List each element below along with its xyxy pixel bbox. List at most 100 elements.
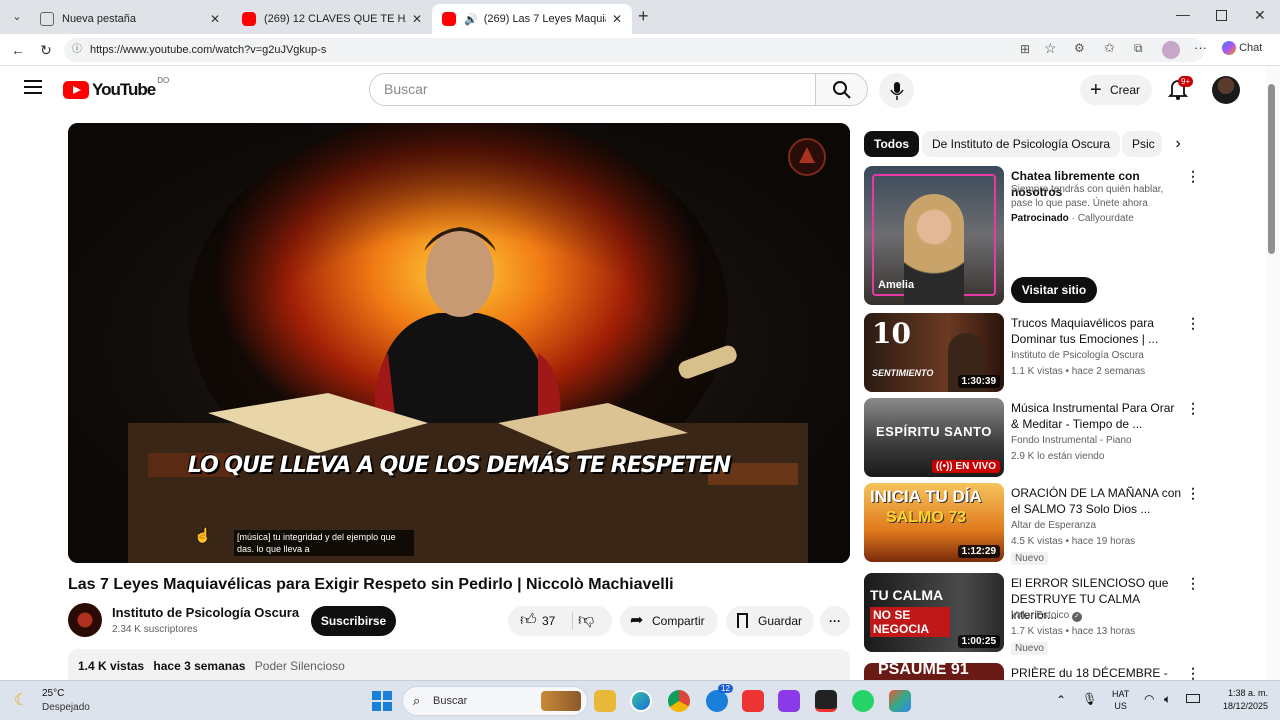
video-title[interactable]: Música Instrumental Para Orar & Meditar … [1011,400,1183,432]
reload-button[interactable]: ↻ [36,40,56,60]
sponsored-ad[interactable]: Amelia Chatea libremente con nosotros Si… [864,166,1254,306]
create-button[interactable]: + Crear [1080,75,1152,105]
minimize-button[interactable]: — [1176,6,1190,22]
recommended-video[interactable]: INICIA TU DÍA SALMO 73 1:12:29 ORACIÓN D… [864,483,1254,573]
channel-name[interactable]: Fondo Instrumental - Piano [1011,435,1132,446]
channel-name[interactable]: Instituto de Psicología Oscura [112,605,299,620]
app-icon[interactable] [889,690,911,712]
youtube-icon [442,12,456,26]
more-options-icon[interactable]: ⋮ [1186,315,1200,332]
video-title[interactable]: ORACIÓN DE LA MAÑANA con el SALMO 73 Sol… [1011,485,1183,517]
office-icon[interactable] [742,690,764,712]
video-thumbnail[interactable]: 10 SENTIMIENTO 1:30:39 [864,313,1004,392]
app-icon[interactable]: ⊞ [1020,42,1030,56]
collections-icon[interactable]: ⧉ [1134,41,1143,56]
more-options-icon[interactable]: ⋮ [1186,665,1200,680]
scrollbar-thumb[interactable] [1268,84,1275,254]
start-button[interactable] [372,691,392,711]
whatsapp-icon[interactable] [852,690,874,712]
close-tab-icon[interactable]: ✕ [412,12,422,26]
account-avatar[interactable] [1212,76,1240,104]
tab-youtube-1[interactable]: (269) 12 CLAVES QUE TE HARÁN S ✕ [232,4,432,34]
chrome-icon[interactable] [668,690,690,712]
app-icon[interactable] [815,690,837,712]
channel-name[interactable]: Valor Estoico ✓ [1011,610,1082,622]
more-options-icon[interactable]: ⋮ [1186,575,1200,592]
microphone-icon[interactable]: 🎙︎ [1082,692,1097,706]
show-hidden-icons-button[interactable]: ⌃ [1056,693,1066,707]
video-title[interactable]: PRIÈRE du 18 DÉCEMBRE - [1011,665,1183,680]
save-button[interactable]: Guardar [726,606,814,636]
voice-search-button[interactable] [879,73,914,108]
video-thumbnail[interactable]: TU CALMA NO SE NEGOCIA 1:00:25 [864,573,1004,652]
file-explorer-icon[interactable] [594,690,616,712]
chip-scroll-right-button[interactable]: › [1164,131,1192,157]
recommended-video[interactable]: PSAUME 91 PRIÈRE du 18 DÉCEMBRE - ⋮ [864,663,1254,680]
tab-youtube-active[interactable]: 🔊 (269) Las 7 Leyes Maquiavélic ✕ [432,4,632,34]
youtube-logo[interactable]: YouTube DO [63,76,169,100]
more-options-icon[interactable]: ⋮ [1186,400,1200,417]
video-thumbnail[interactable]: INICIA TU DÍA SALMO 73 1:12:29 [864,483,1004,562]
tab-label: (269) Las 7 Leyes Maquiavélic [483,13,606,25]
menu-icon[interactable] [24,80,42,94]
like-button[interactable]: 👍︎ 37 [508,606,570,636]
store-icon[interactable]: 12 [706,684,733,712]
more-actions-button[interactable]: ··· [820,606,850,636]
chip-all[interactable]: Todos [864,131,920,157]
channel-name[interactable]: Instituto de Psicología Oscura [1011,350,1144,361]
share-button[interactable]: ➦ Compartir [620,606,718,636]
duration-badge: 1:30:39 [957,375,1000,388]
more-options-icon[interactable]: ⋮ [1186,485,1200,502]
tab-list-button[interactable]: ⌄ [8,8,26,26]
site-info-icon[interactable]: ⓘ [72,38,82,62]
clock[interactable]: 1:38 a. m. 18/12/2025 [1208,687,1268,713]
close-window-button[interactable]: ✕ [1254,7,1266,24]
weather-widget[interactable]: ☾ 25°C Despejado [12,686,112,716]
hashtag-link[interactable]: Poder Silencioso [255,659,345,673]
battery-icon[interactable] [1186,694,1200,703]
recommended-video[interactable]: 10 SENTIMIENTO 1:30:39 Trucos Maquiavéli… [864,313,1254,393]
search-button[interactable] [815,73,868,106]
maximize-button[interactable] [1216,10,1227,21]
video-player[interactable]: LO QUE LLEVA A QUE LOS DEMÁS TE RESPETEN… [68,123,850,563]
volume-icon[interactable]: 🔈︎ [1164,692,1171,707]
video-thumbnail[interactable]: ESPÍRITU SANTO ((•)) EN VIVO [864,398,1004,477]
more-options-icon[interactable]: ··· [1194,40,1207,55]
notifications-button[interactable]: 9+ [1167,76,1194,102]
recommended-video[interactable]: ESPÍRITU SANTO ((•)) EN VIVO Música Inst… [864,398,1254,478]
extensions-icon[interactable]: ⚙ [1074,41,1085,55]
speaker-icon[interactable]: 🔊 [464,13,478,26]
recommended-video[interactable]: TU CALMA NO SE NEGOCIA 1:00:25 El ERROR … [864,573,1254,658]
tab-new-tab[interactable]: Nueva pestaña ✕ [30,4,230,34]
channel-name[interactable]: Altar de Esperanza [1011,520,1096,531]
edge-browser-icon[interactable] [630,690,652,712]
channel-name-text: Valor Estoico [1011,610,1070,621]
favorite-icon[interactable]: ☆ [1044,40,1057,57]
search-input[interactable]: Buscar [369,73,816,106]
new-tab-button[interactable]: + [638,6,649,27]
video-frame-image [68,123,850,563]
back-button[interactable]: ← [8,40,28,60]
close-tab-icon[interactable]: ✕ [612,12,622,26]
more-options-icon[interactable]: ⋮ [1186,168,1200,185]
ad-thumbnail[interactable]: Amelia [864,166,1004,305]
url-field[interactable]: ⓘ https://www.youtube.com/watch?v=g2uJVg… [64,38,1204,62]
youtube-header: YouTube DO Buscar + Crear 9+ [0,66,1266,116]
dislike-button[interactable]: 👎︎ [578,606,608,636]
video-thumbnail[interactable]: PSAUME 91 [864,663,1004,680]
subscribe-button[interactable]: Suscribirse [311,606,396,636]
language-indicator[interactable]: HAT US [1112,688,1129,712]
close-tab-icon[interactable]: ✕ [210,12,220,26]
chip-psychology[interactable]: Psic [1122,131,1162,157]
copilot-chat-button[interactable]: Chat [1222,41,1262,55]
video-title[interactable]: Trucos Maquiavélicos para Dominar tus Em… [1011,315,1183,347]
favorites-icon[interactable]: ✩ [1104,40,1115,56]
chip-channel[interactable]: De Instituto de Psicología Oscura [922,131,1121,157]
visit-site-button[interactable]: Visitar sitio [1011,277,1097,303]
channel-avatar[interactable] [68,603,102,637]
twitch-icon[interactable] [778,690,800,712]
taskbar-search[interactable]: ⌕ Buscar [402,686,588,716]
profile-avatar[interactable] [1162,41,1180,59]
wifi-icon[interactable]: ◠ [1144,692,1154,706]
video-overlay-text: LO QUE LLEVA A QUE LOS DEMÁS TE RESPETEN [187,453,731,478]
